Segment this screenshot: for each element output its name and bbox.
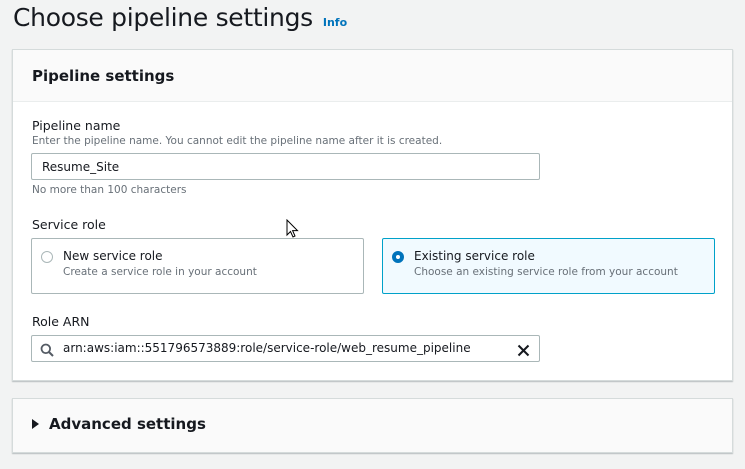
caret-right-icon (32, 419, 39, 429)
new-service-role-description: Create a service role in your account (63, 266, 257, 278)
pipeline-name-description: Enter the pipeline name. You cannot edit… (32, 135, 443, 147)
service-role-label: Service role (32, 217, 106, 232)
existing-service-role-description: Choose an existing service role from you… (414, 266, 678, 278)
page-header: Choose pipeline settings Info (13, 2, 347, 34)
new-service-role-radio[interactable] (41, 251, 53, 263)
advanced-settings-panel: Advanced settings (12, 398, 733, 453)
existing-service-role-radio[interactable] (392, 251, 404, 263)
existing-service-role-title: Existing service role (414, 249, 535, 263)
page-title: Choose pipeline settings (13, 3, 313, 32)
existing-service-role-tile[interactable]: Existing service role Choose an existing… (382, 238, 715, 294)
info-link[interactable]: Info (323, 16, 347, 29)
search-icon (40, 342, 54, 361)
pipeline-name-constraint: No more than 100 characters (32, 184, 187, 196)
mouse-cursor-icon (286, 218, 299, 242)
new-service-role-tile[interactable]: New service role Create a service role i… (31, 238, 364, 294)
pipeline-settings-title: Pipeline settings (32, 66, 175, 85)
pipeline-settings-header: Pipeline settings (13, 50, 732, 102)
advanced-settings-toggle[interactable]: Advanced settings (32, 415, 206, 433)
role-arn-value: arn:aws:iam::551796573889:role/service-r… (63, 341, 471, 355)
pipeline-name-input[interactable] (31, 153, 540, 180)
pipeline-name-label: Pipeline name (32, 118, 121, 133)
clear-icon[interactable] (517, 342, 530, 361)
new-service-role-title: New service role (63, 249, 163, 263)
advanced-settings-label: Advanced settings (49, 415, 206, 433)
role-arn-input[interactable]: arn:aws:iam::551796573889:role/service-r… (31, 335, 540, 362)
role-arn-label: Role ARN (32, 314, 90, 329)
pipeline-settings-panel: Pipeline settings Pipeline name Enter th… (12, 49, 733, 381)
